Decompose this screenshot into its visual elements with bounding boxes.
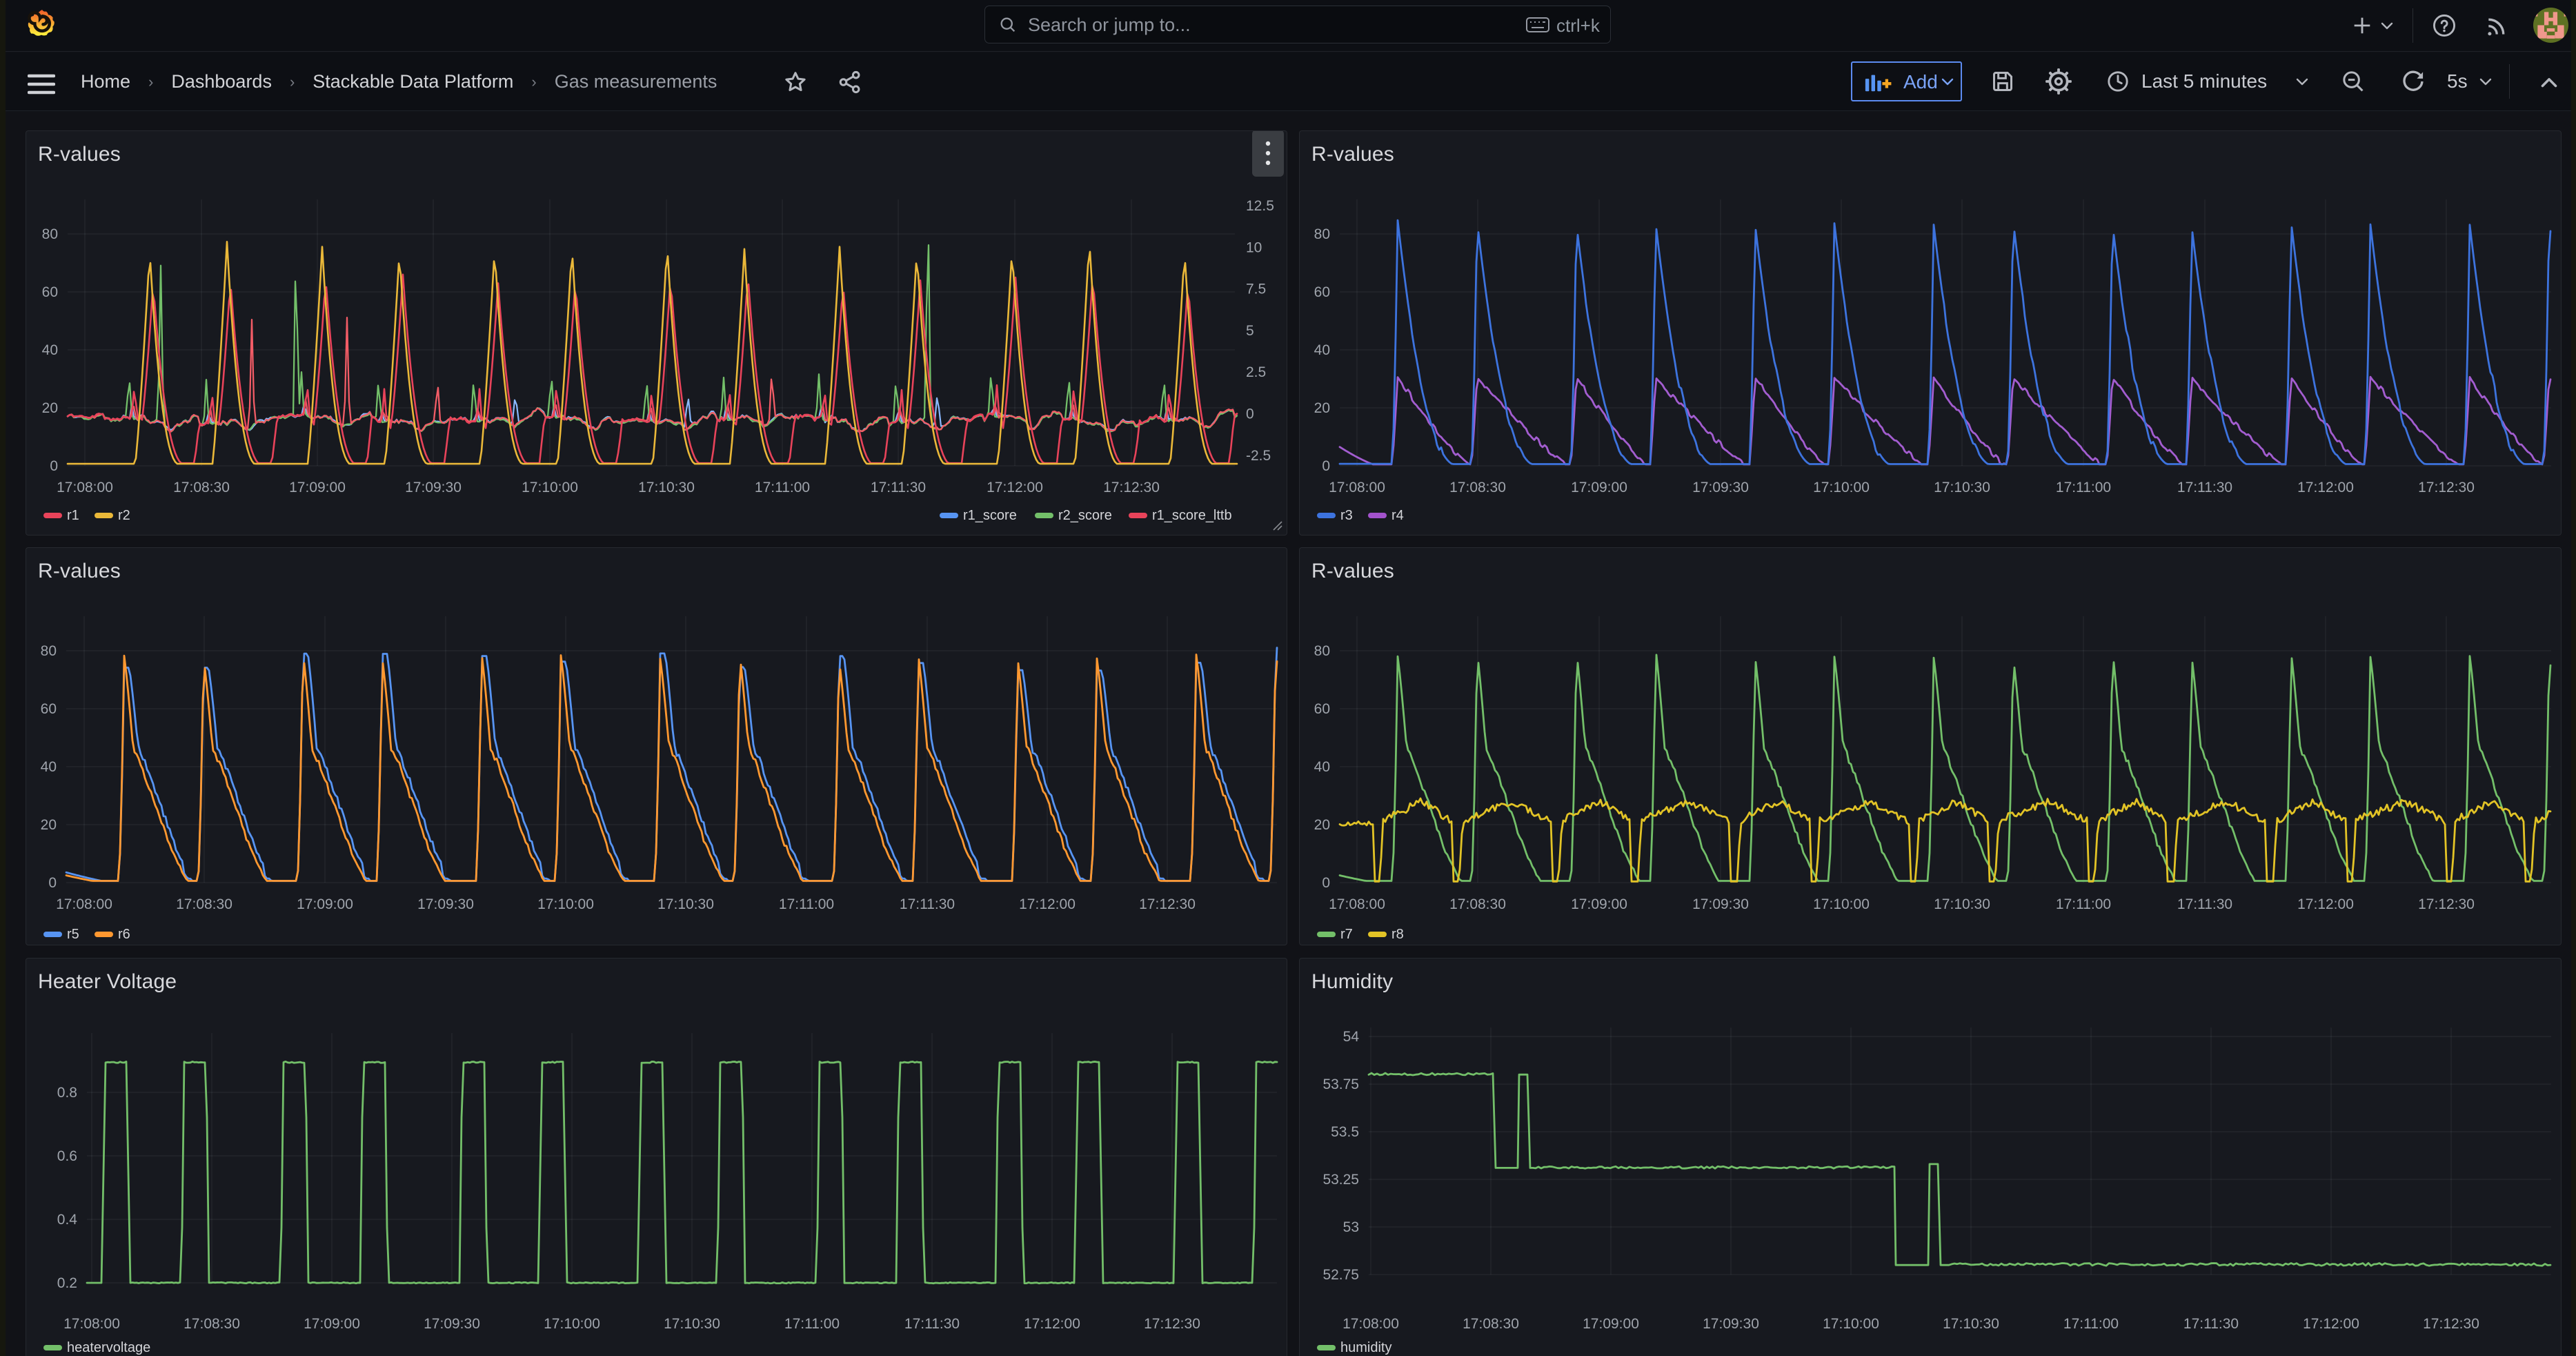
svg-text:17:08:30: 17:08:30: [1463, 1316, 1519, 1332]
svg-text:2.5: 2.5: [1246, 364, 1266, 380]
svg-text:80: 80: [1314, 226, 1330, 242]
svg-text:53.75: 53.75: [1322, 1077, 1359, 1092]
svg-text:52.75: 52.75: [1322, 1267, 1359, 1283]
svg-text:17:10:30: 17:10:30: [657, 896, 714, 912]
svg-text:17:11:30: 17:11:30: [2177, 896, 2232, 912]
svg-text:17:11:00: 17:11:00: [779, 896, 834, 912]
svg-text:17:08:30: 17:08:30: [184, 1316, 240, 1332]
svg-text:53.5: 53.5: [1331, 1124, 1359, 1140]
svg-text:0.2: 0.2: [57, 1275, 77, 1291]
svg-text:17:12:00: 17:12:00: [987, 480, 1043, 495]
svg-text:17:09:00: 17:09:00: [304, 1316, 360, 1332]
svg-text:20: 20: [42, 400, 58, 416]
svg-text:17:12:00: 17:12:00: [2297, 480, 2354, 495]
svg-text:53: 53: [1343, 1219, 1359, 1235]
svg-text:17:12:30: 17:12:30: [2418, 896, 2475, 912]
svg-text:17:10:30: 17:10:30: [1943, 1316, 1999, 1332]
svg-text:17:12:00: 17:12:00: [2297, 896, 2354, 912]
svg-text:17:11:00: 17:11:00: [784, 1316, 840, 1332]
svg-text:0: 0: [1322, 875, 1330, 891]
svg-text:17:12:00: 17:12:00: [1019, 896, 1076, 912]
svg-text:17:09:00: 17:09:00: [1571, 480, 1627, 495]
svg-text:10: 10: [1246, 239, 1262, 255]
svg-text:17:11:30: 17:11:30: [904, 1316, 960, 1332]
svg-text:17:10:00: 17:10:00: [537, 896, 594, 912]
svg-text:80: 80: [42, 226, 58, 242]
svg-text:17:11:00: 17:11:00: [755, 480, 810, 495]
svg-text:0: 0: [1246, 406, 1254, 422]
svg-text:20: 20: [1314, 400, 1330, 416]
svg-text:17:09:00: 17:09:00: [297, 896, 353, 912]
svg-text:17:10:00: 17:10:00: [1813, 480, 1870, 495]
svg-text:17:11:00: 17:11:00: [2056, 896, 2111, 912]
svg-text:17:11:30: 17:11:30: [2177, 480, 2232, 495]
svg-text:17:08:30: 17:08:30: [173, 480, 230, 495]
svg-text:54: 54: [1343, 1029, 1360, 1045]
svg-text:17:09:30: 17:09:30: [1703, 1316, 1759, 1332]
svg-text:17:10:30: 17:10:30: [1934, 480, 1990, 495]
svg-text:0: 0: [1322, 458, 1330, 474]
svg-text:17:12:00: 17:12:00: [1024, 1316, 1080, 1332]
svg-text:17:12:30: 17:12:30: [1144, 1316, 1200, 1332]
svg-text:7.5: 7.5: [1246, 282, 1266, 297]
svg-text:17:08:00: 17:08:00: [1329, 480, 1385, 495]
svg-text:40: 40: [1314, 759, 1330, 775]
svg-text:17:09:00: 17:09:00: [1571, 896, 1627, 912]
svg-text:5: 5: [1246, 323, 1254, 339]
svg-text:17:09:30: 17:09:30: [424, 1316, 480, 1332]
svg-text:0.6: 0.6: [57, 1148, 77, 1164]
svg-text:17:10:00: 17:10:00: [1813, 896, 1870, 912]
svg-text:17:10:00: 17:10:00: [1823, 1316, 1879, 1332]
svg-text:0.8: 0.8: [57, 1085, 77, 1101]
svg-text:17:08:30: 17:08:30: [176, 896, 232, 912]
svg-text:17:11:30: 17:11:30: [871, 480, 926, 495]
svg-text:17:11:00: 17:11:00: [2063, 1316, 2119, 1332]
svg-text:17:12:30: 17:12:30: [1139, 896, 1196, 912]
svg-text:0.4: 0.4: [57, 1212, 78, 1228]
svg-text:60: 60: [42, 284, 58, 300]
svg-text:12.5: 12.5: [1246, 198, 1274, 214]
svg-text:17:08:30: 17:08:30: [1449, 896, 1506, 912]
svg-text:40: 40: [42, 342, 58, 358]
svg-text:40: 40: [41, 759, 57, 775]
svg-text:17:10:00: 17:10:00: [544, 1316, 600, 1332]
svg-text:17:10:30: 17:10:30: [638, 480, 695, 495]
svg-text:-2.5: -2.5: [1246, 448, 1271, 464]
svg-text:17:12:30: 17:12:30: [2423, 1316, 2479, 1332]
svg-text:0: 0: [50, 458, 58, 474]
svg-text:17:10:00: 17:10:00: [522, 480, 578, 495]
svg-text:17:11:00: 17:11:00: [2056, 480, 2111, 495]
svg-text:17:12:00: 17:12:00: [2303, 1316, 2359, 1332]
svg-text:17:08:00: 17:08:00: [1343, 1316, 1399, 1332]
svg-text:17:08:00: 17:08:00: [1329, 896, 1385, 912]
svg-text:17:09:00: 17:09:00: [289, 480, 346, 495]
svg-text:20: 20: [41, 817, 57, 833]
svg-text:17:09:00: 17:09:00: [1583, 1316, 1639, 1332]
svg-text:17:11:30: 17:11:30: [2183, 1316, 2239, 1332]
svg-text:17:08:00: 17:08:00: [63, 1316, 120, 1332]
svg-text:60: 60: [1314, 284, 1330, 300]
svg-text:17:08:00: 17:08:00: [56, 896, 112, 912]
svg-text:17:12:30: 17:12:30: [2418, 480, 2475, 495]
svg-text:17:10:30: 17:10:30: [664, 1316, 720, 1332]
svg-text:80: 80: [1314, 643, 1330, 659]
svg-text:60: 60: [41, 701, 57, 717]
svg-text:17:09:30: 17:09:30: [405, 480, 462, 495]
svg-text:17:10:30: 17:10:30: [1934, 896, 1990, 912]
svg-text:17:11:30: 17:11:30: [900, 896, 955, 912]
svg-text:17:09:30: 17:09:30: [417, 896, 474, 912]
svg-text:0: 0: [48, 875, 57, 891]
svg-text:17:08:30: 17:08:30: [1449, 480, 1506, 495]
svg-text:80: 80: [41, 643, 57, 659]
svg-text:17:09:30: 17:09:30: [1692, 896, 1749, 912]
svg-text:17:12:30: 17:12:30: [1103, 480, 1160, 495]
svg-text:53.25: 53.25: [1322, 1172, 1359, 1188]
svg-text:60: 60: [1314, 701, 1330, 717]
svg-text:40: 40: [1314, 342, 1330, 358]
svg-text:17:09:30: 17:09:30: [1692, 480, 1749, 495]
svg-text:17:08:00: 17:08:00: [57, 480, 113, 495]
svg-text:20: 20: [1314, 817, 1330, 833]
